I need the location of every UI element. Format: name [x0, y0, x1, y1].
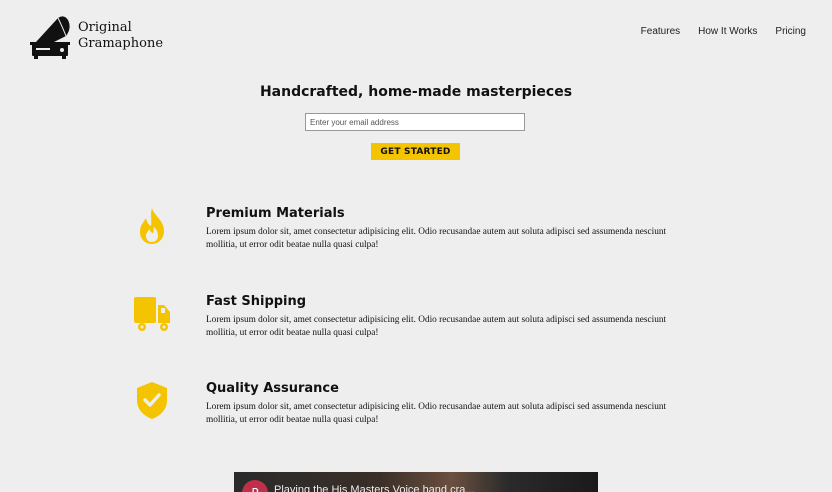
truck-icon	[134, 297, 170, 331]
nav-link-features[interactable]: Features	[641, 26, 680, 37]
video-embed[interactable]: P Playing the His Masters Voice hand cra…	[234, 472, 598, 492]
feature-fast-shipping: Fast Shipping Lorem ipsum dolor sit, ame…	[0, 294, 832, 354]
feature-title: Fast Shipping	[206, 294, 307, 309]
channel-avatar[interactable]: P	[242, 480, 268, 492]
feature-title: Premium Materials	[206, 206, 345, 221]
top-nav: Features How It Works Pricing	[641, 26, 806, 37]
feature-quality-assurance: Quality Assurance Lorem ipsum dolor sit,…	[0, 381, 832, 441]
fire-icon	[140, 208, 164, 244]
feature-description: Lorem ipsum dolor sit, amet consectetur …	[206, 315, 667, 338]
brand-name: Original Gramaphone	[78, 20, 163, 52]
brand-logo[interactable]: Original Gramaphone	[28, 12, 163, 60]
email-input[interactable]	[305, 113, 525, 131]
get-started-button[interactable]: GET STARTED	[371, 143, 460, 160]
gramophone-icon	[30, 16, 70, 59]
hero-title: Handcrafted, home-made masterpieces	[259, 84, 573, 100]
nav-link-how-it-works[interactable]: How It Works	[698, 26, 757, 37]
brand-name-line1: Original	[78, 20, 132, 35]
brand-name-line2: Gramaphone	[78, 36, 164, 51]
nav-link-pricing[interactable]: Pricing	[775, 26, 806, 37]
feature-description: Lorem ipsum dolor sit, amet consectetur …	[206, 402, 667, 425]
feature-premium-materials: Premium Materials Lorem ipsum dolor sit,…	[0, 206, 832, 266]
feature-title: Quality Assurance	[206, 381, 339, 396]
video-title[interactable]: Playing the His Masters Voice hand cra..…	[274, 484, 475, 492]
feature-description: Lorem ipsum dolor sit, amet consectetur …	[206, 227, 667, 250]
shield-check-icon	[137, 382, 167, 419]
